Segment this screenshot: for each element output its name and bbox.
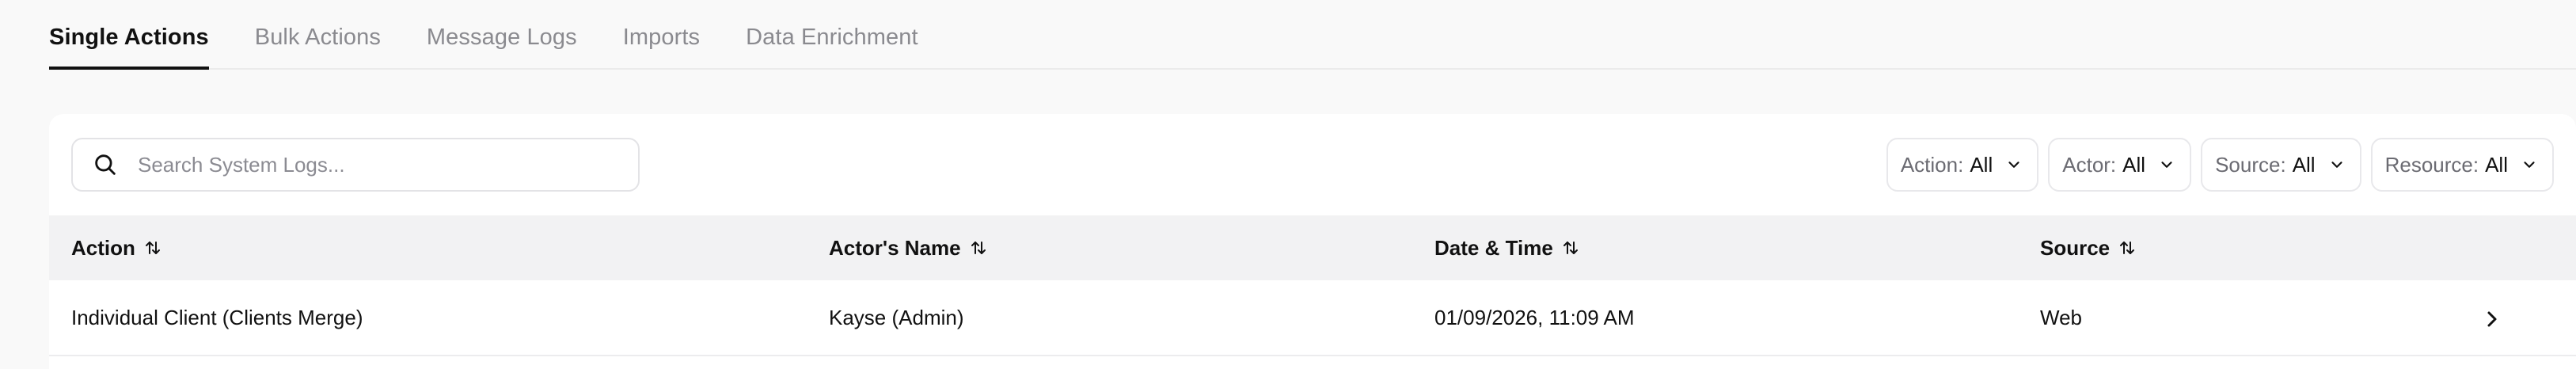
tab-bulk-actions[interactable]: Bulk Actions <box>255 25 381 68</box>
search-input[interactable] <box>136 151 583 178</box>
action-filter-dropdown[interactable]: Action: All <box>1886 138 2039 192</box>
cell-action: Individual Client (Clients Merge) <box>71 305 363 329</box>
column-label: Action <box>71 235 135 260</box>
tab-data-enrichment[interactable]: Data Enrichment <box>746 25 918 68</box>
sort-arrows-icon <box>971 242 986 254</box>
tab-single-actions[interactable]: Single Actions <box>49 25 209 70</box>
chevron-down-icon <box>2008 162 2019 168</box>
actor-filter-dropdown[interactable]: Actor: All <box>2048 138 2192 192</box>
filter-value: All <box>2292 152 2316 177</box>
tab-imports[interactable]: Imports <box>623 25 700 68</box>
cell-date-time: 01/09/2026, 11:09 AM <box>1434 305 1635 329</box>
filter-label: Actor: <box>2062 152 2117 177</box>
search-icon <box>95 154 116 175</box>
chevron-down-icon <box>2331 162 2342 168</box>
cell-actor: Kayse (Admin) <box>829 305 964 329</box>
resource-filter-dropdown[interactable]: Resource: All <box>2370 138 2554 192</box>
column-label: Actor's Name <box>829 235 961 260</box>
cell-source: Web <box>2040 305 2082 329</box>
chevron-down-icon <box>2161 162 2172 168</box>
column-header-action[interactable]: Action <box>71 236 161 261</box>
tab-message-logs[interactable]: Message Logs <box>427 25 577 68</box>
source-filter-dropdown[interactable]: Source: All <box>2201 138 2361 192</box>
search-box <box>71 138 640 192</box>
tab-bar: Single Actions Bulk Actions Message Logs… <box>49 0 2576 70</box>
filter-label: Source: <box>2215 152 2286 177</box>
filter-group: Action: All Actor: All Source: All Resou… <box>1886 138 2554 192</box>
table-row[interactable]: Individual Client (Clients Merge) Kayse … <box>49 280 2576 356</box>
column-label: Source <box>2040 235 2111 260</box>
logs-card: Action: All Actor: All Source: All Resou… <box>49 114 2576 369</box>
filter-value: All <box>2485 152 2508 177</box>
filter-label: Resource: <box>2384 152 2479 177</box>
column-header-actor[interactable]: Actor's Name <box>829 236 986 261</box>
chevron-right-icon[interactable] <box>2483 309 2501 329</box>
sort-arrows-icon <box>145 242 160 254</box>
filter-label: Action: <box>1900 152 1964 177</box>
sort-arrows-icon <box>1563 242 1578 254</box>
filter-value: All <box>2122 152 2146 177</box>
table-header: Action Actor's Name Date & Time Source <box>49 215 2576 280</box>
column-header-date-time[interactable]: Date & Time <box>1434 236 1579 261</box>
filter-value: All <box>1970 152 1993 177</box>
column-label: Date & Time <box>1434 235 1553 260</box>
column-header-source[interactable]: Source <box>2040 236 2135 261</box>
sort-arrows-icon <box>2120 242 2135 254</box>
chevron-down-icon <box>2524 162 2535 168</box>
